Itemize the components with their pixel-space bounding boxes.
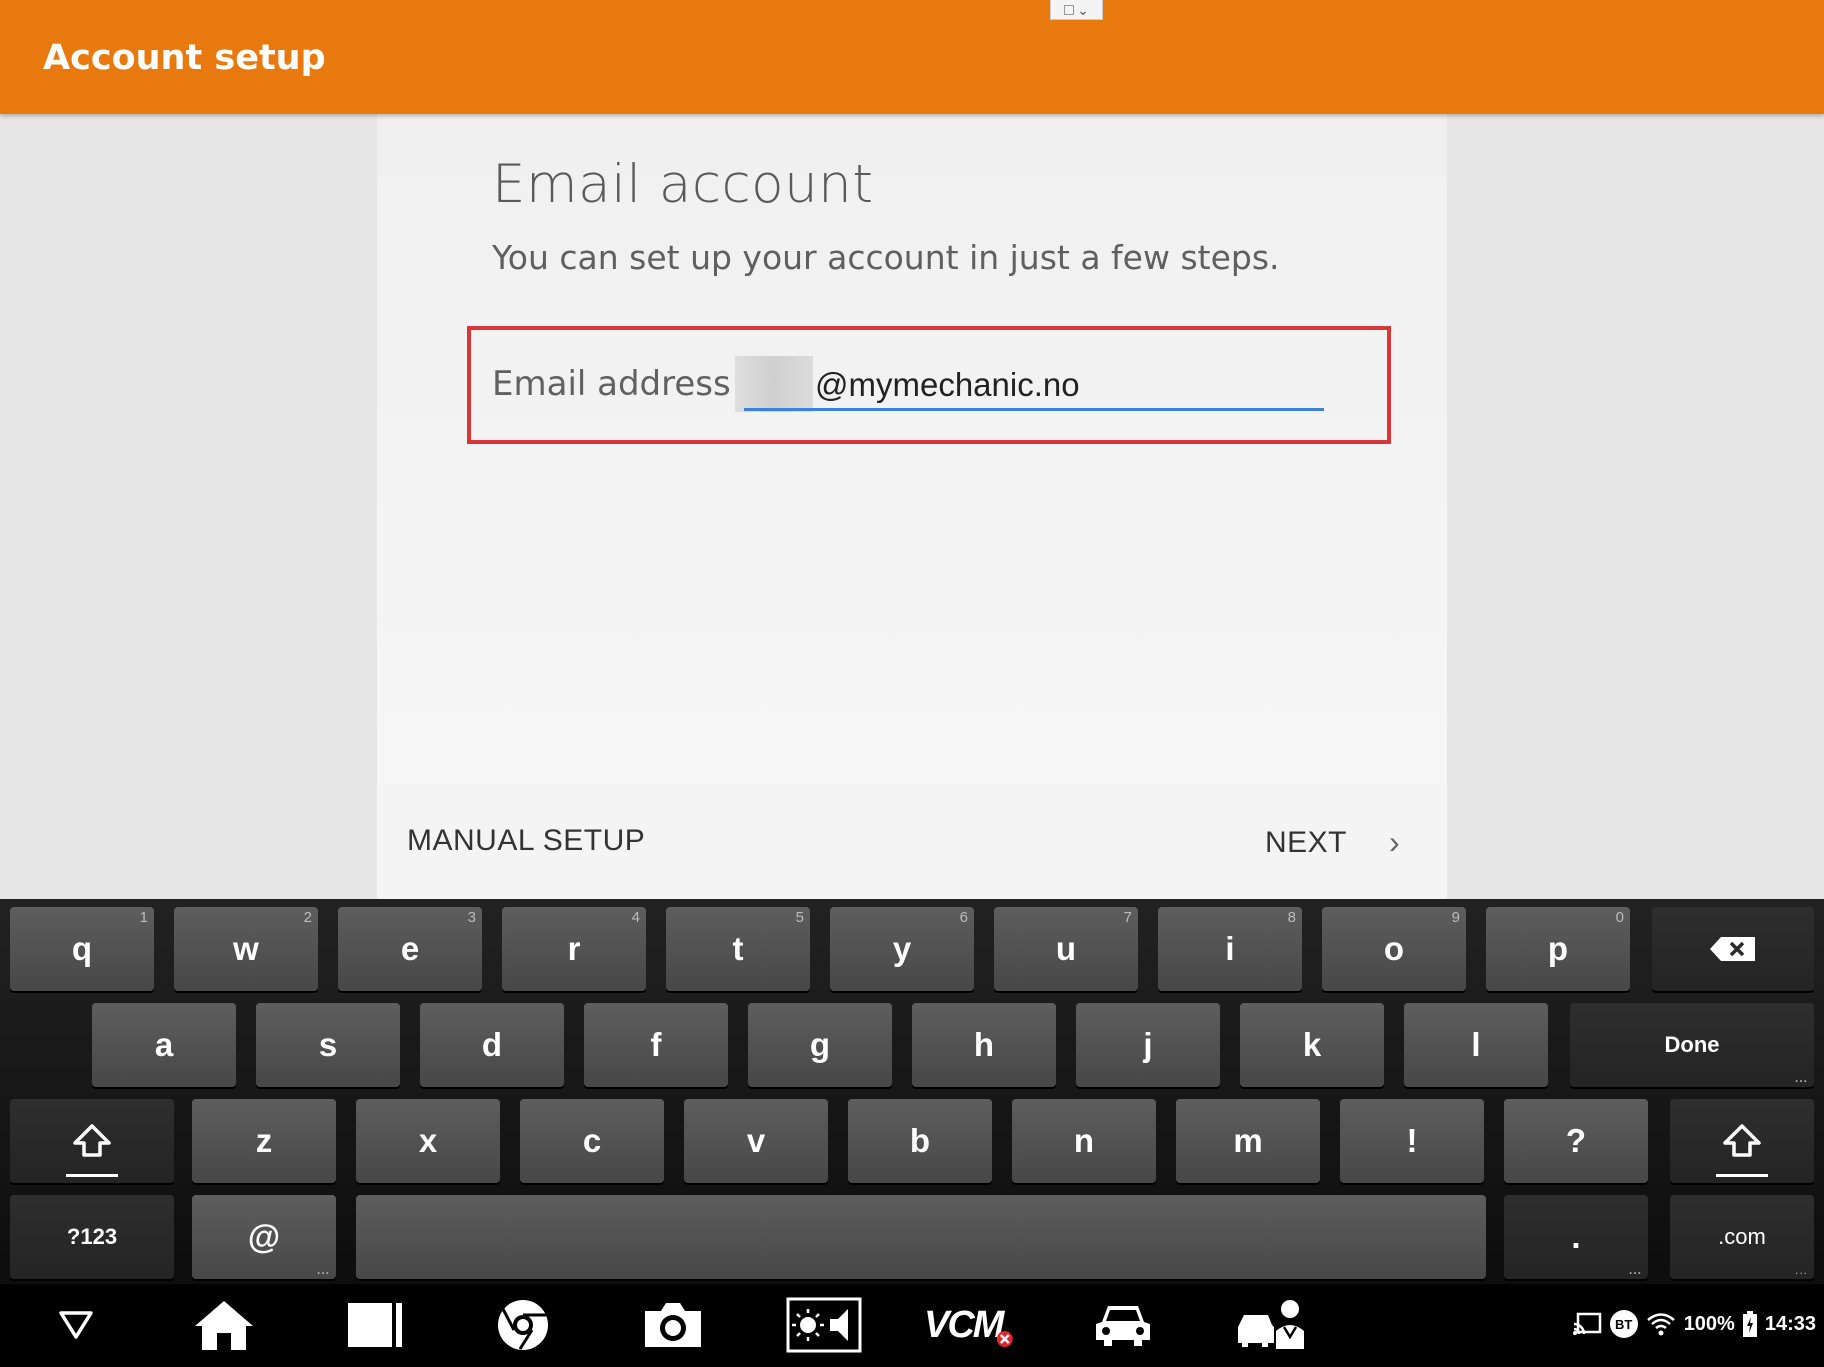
key-s[interactable]: s — [256, 1003, 400, 1087]
key-w[interactable]: w2 — [174, 907, 318, 991]
next-button-label: NEXT — [1265, 825, 1348, 859]
vcm-label: VCM — [924, 1303, 1004, 1346]
grid-icon — [1064, 4, 1075, 15]
key-t[interactable]: t5 — [666, 907, 810, 991]
camera-icon[interactable] — [640, 1294, 706, 1356]
page-title: Email account — [492, 154, 874, 215]
key-g[interactable]: g — [748, 1003, 892, 1087]
chevron-down-icon: ⌄ — [1077, 1, 1089, 18]
period-key[interactable]: .... — [1504, 1195, 1648, 1279]
clock: 14:33 — [1764, 1312, 1816, 1335]
app-bar: Account setup — [0, 0, 1824, 114]
next-button[interactable]: NEXT › — [1265, 824, 1400, 861]
key-y[interactable]: y6 — [830, 907, 974, 991]
setup-card: Email account You can set up your accoun… — [377, 114, 1447, 899]
key-h[interactable]: h — [912, 1003, 1056, 1087]
key-m[interactable]: m — [1176, 1099, 1320, 1183]
key-c[interactable]: c — [520, 1099, 664, 1183]
shift-icon — [73, 1124, 111, 1157]
key-r[interactable]: r4 — [502, 907, 646, 991]
shift-icon — [1723, 1124, 1761, 1157]
on-screen-keyboard: q1 w2 e3 r4 t5 y6 u7 i8 o9 p0 a s d f g … — [0, 899, 1824, 1284]
key-f[interactable]: f — [584, 1003, 728, 1087]
done-key[interactable]: Done... — [1570, 1003, 1814, 1087]
bluetooth-icon: BT — [1609, 1310, 1638, 1338]
brightness-volume-icon[interactable] — [786, 1294, 862, 1356]
at-key[interactable]: @... — [192, 1195, 336, 1279]
key-a[interactable]: a — [92, 1003, 236, 1087]
vcm-icon[interactable]: VCM — [924, 1294, 1020, 1356]
backspace-key[interactable] — [1652, 907, 1814, 991]
key-n[interactable]: n — [1012, 1099, 1156, 1183]
key-question[interactable]: ? — [1504, 1099, 1648, 1183]
page-subtitle: You can set up your account in just a fe… — [492, 238, 1280, 277]
key-z[interactable]: z — [192, 1099, 336, 1183]
symbols-key[interactable]: ?123 — [10, 1195, 174, 1279]
key-v[interactable]: v — [684, 1099, 828, 1183]
redacted-email-prefix — [735, 356, 813, 412]
dotcom-key[interactable]: .com... — [1670, 1195, 1814, 1279]
chevron-right-icon: › — [1389, 824, 1401, 860]
key-o[interactable]: o9 — [1322, 907, 1466, 991]
key-u[interactable]: u7 — [994, 907, 1138, 991]
key-l[interactable]: l — [1404, 1003, 1548, 1087]
car-service-icon[interactable] — [1234, 1294, 1310, 1356]
car-icon[interactable] — [1092, 1294, 1154, 1356]
screen: Account setup ⌄ Email account You can se… — [0, 0, 1824, 1367]
manual-setup-button[interactable]: MANUAL SETUP — [407, 824, 645, 858]
email-field-label: Email address — [492, 364, 731, 404]
battery-percent: 100% — [1683, 1312, 1735, 1335]
battery-charging-icon — [1742, 1311, 1757, 1337]
backspace-icon — [1710, 937, 1755, 961]
key-b[interactable]: b — [848, 1099, 992, 1183]
cast-icon — [1572, 1312, 1601, 1335]
email-input-underline — [744, 408, 1324, 411]
shift-key-right[interactable] — [1670, 1099, 1814, 1183]
key-q[interactable]: q1 — [10, 907, 154, 991]
key-k[interactable]: k — [1240, 1003, 1384, 1087]
email-input[interactable]: @mymechanic.no — [815, 366, 1080, 404]
chrome-icon[interactable] — [492, 1294, 554, 1356]
wifi-icon — [1646, 1313, 1675, 1336]
window-handle[interactable]: ⌄ — [1050, 0, 1103, 20]
recent-apps-icon[interactable] — [344, 1294, 406, 1356]
space-key[interactable] — [356, 1195, 1486, 1279]
key-j[interactable]: j — [1076, 1003, 1220, 1087]
home-icon[interactable] — [188, 1294, 260, 1356]
shift-key-left[interactable] — [10, 1099, 174, 1183]
back-icon[interactable] — [48, 1294, 104, 1356]
key-e[interactable]: e3 — [338, 907, 482, 991]
side-panel-left — [0, 114, 377, 899]
key-exclamation[interactable]: ! — [1340, 1099, 1484, 1183]
key-i[interactable]: i8 — [1158, 907, 1302, 991]
key-p[interactable]: p0 — [1486, 907, 1630, 991]
action-bar: MANUAL SETUP NEXT › — [377, 784, 1447, 899]
app-bar-title: Account setup — [43, 38, 326, 78]
system-navbar: VCM BT 100% 14:33 — [0, 1284, 1824, 1367]
status-area: BT 100% 14:33 — [1572, 1310, 1816, 1338]
key-x[interactable]: x — [356, 1099, 500, 1183]
key-d[interactable]: d — [420, 1003, 564, 1087]
disconnected-icon — [997, 1331, 1014, 1347]
side-panel-right — [1447, 114, 1824, 899]
